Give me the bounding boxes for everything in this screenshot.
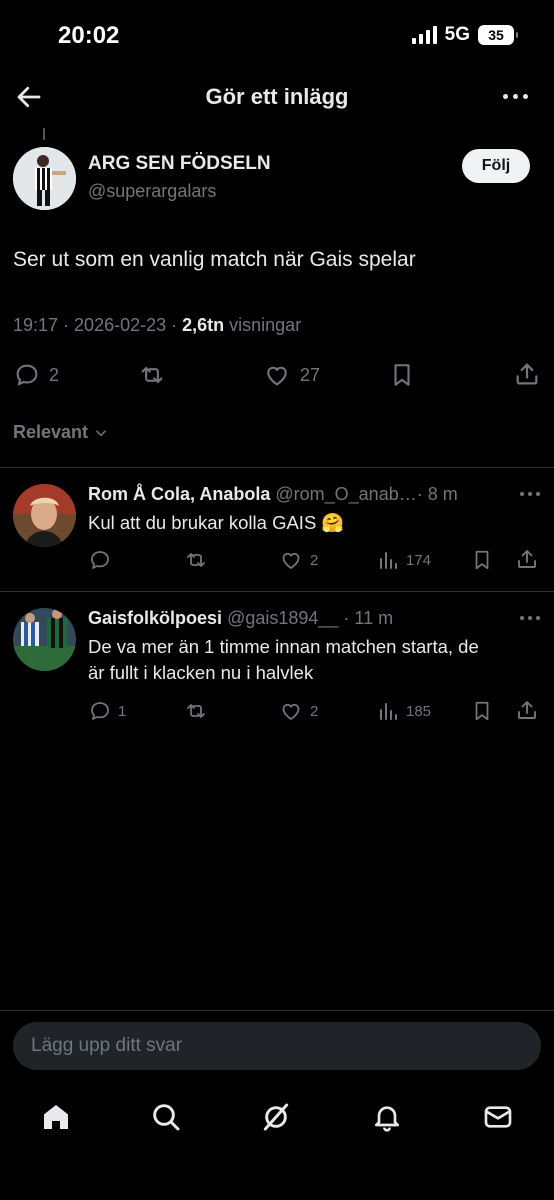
more-icon[interactable]: [503, 94, 528, 99]
team-avatar-icon: [13, 608, 76, 671]
messages-icon[interactable]: [482, 1101, 514, 1133]
reply-text: De va mer än 1 timme innan matchen start…: [88, 634, 479, 686]
reply-count: 2: [49, 364, 60, 385]
reply-author-name[interactable]: Gaisfolkölpoesi: [88, 608, 222, 628]
author-name[interactable]: ARG SEN FÖDSELN: [88, 153, 271, 175]
like-count: 27: [300, 364, 321, 385]
chevron-down-icon: [96, 429, 106, 436]
avatar[interactable]: [13, 147, 76, 210]
post-time: 19:17: [13, 315, 59, 335]
avatar[interactable]: [13, 608, 76, 671]
referee-avatar-icon: [13, 147, 76, 210]
repost-button[interactable]: [137, 361, 167, 389]
divider: [0, 467, 554, 468]
views-button[interactable]: 174: [376, 548, 431, 572]
post-text: Ser ut som en vanlig match när Gais spel…: [13, 248, 416, 271]
reply-author-handle[interactable]: @rom_O_anab…: [275, 484, 416, 504]
thread-line: [43, 128, 45, 140]
network-label: 5G: [444, 24, 470, 45]
notifications-icon[interactable]: [371, 1101, 403, 1133]
divider: [0, 591, 554, 592]
share-icon[interactable]: [515, 698, 539, 722]
reply-text-line: är fullt i klacken nu i halvlek: [88, 662, 314, 683]
reply-header: Rom Å Cola, Anabola @rom_O_anab…· 8 m: [88, 484, 458, 505]
bookmark-icon[interactable]: [389, 361, 415, 389]
views-count: 185: [406, 702, 432, 720]
reply-icon: [91, 702, 109, 720]
like-button[interactable]: 27: [262, 361, 320, 389]
views-icon: [380, 552, 397, 569]
reply-text-line: De va mer än 1 timme innan matchen start…: [88, 636, 479, 657]
reply-header: Gaisfolkölpoesi @gais1894__ · 11 m: [88, 608, 393, 629]
home-icon[interactable]: [40, 1101, 72, 1133]
battery-icon: 35: [478, 25, 518, 45]
reply-count: 1: [118, 702, 127, 720]
search-icon[interactable]: [150, 1101, 182, 1133]
reply-text: Kul att du brukar kolla GAIS 🤗: [88, 512, 345, 533]
post-meta: 19:17 · 2026-02-23 · 2,6tn visningar: [13, 315, 302, 335]
page-title: Gör ett inlägg: [205, 84, 349, 109]
like-count: 2: [310, 551, 319, 569]
reply-more-icon[interactable]: [520, 492, 540, 496]
views-count: 174: [406, 551, 432, 569]
like-count: 2: [310, 702, 319, 720]
reply-input[interactable]: [13, 1022, 541, 1070]
reply-age: · 11 m: [343, 608, 394, 628]
grok-icon[interactable]: [260, 1101, 292, 1133]
battery-level: 35: [488, 27, 504, 43]
reply-icon: [16, 364, 38, 386]
reply-button[interactable]: 2: [13, 361, 59, 389]
reply-icon: [91, 551, 109, 569]
reply-author-name[interactable]: Rom Å Cola, Anabola: [88, 484, 270, 504]
avatar[interactable]: [13, 484, 76, 547]
signal-icon: [411, 26, 437, 44]
share-icon[interactable]: [513, 360, 541, 388]
repost-icon[interactable]: [183, 699, 209, 723]
like-button[interactable]: 2: [278, 548, 318, 572]
bookmark-icon[interactable]: [471, 699, 493, 723]
status-indicators: 5G 35: [411, 24, 518, 46]
reply-button[interactable]: [88, 548, 118, 572]
views-button[interactable]: 185: [376, 699, 431, 723]
like-button[interactable]: 2: [278, 699, 318, 723]
like-icon: [267, 366, 287, 386]
bookmark-icon[interactable]: [471, 548, 493, 572]
divider: [0, 1010, 554, 1011]
follow-button[interactable]: Följ: [462, 149, 530, 183]
reply-age: · 8 m: [416, 484, 458, 504]
reply-button[interactable]: 1: [88, 699, 126, 723]
views-icon: [380, 703, 397, 720]
person-avatar-icon: [13, 484, 76, 547]
repost-icon[interactable]: [183, 548, 209, 572]
status-time: 20:02: [58, 22, 120, 49]
like-icon: [282, 552, 300, 569]
post-date: 2026-02-23: [74, 315, 167, 335]
views-count: 2,6tn: [182, 315, 225, 335]
sort-label: Relevant: [13, 422, 89, 442]
reply-more-icon[interactable]: [520, 616, 540, 620]
share-icon[interactable]: [515, 547, 539, 571]
sort-dropdown[interactable]: Relevant: [13, 422, 108, 443]
like-icon: [282, 703, 300, 720]
views-label: visningar: [229, 315, 302, 335]
repost-icon: [141, 366, 163, 384]
author-handle[interactable]: @superargalars: [88, 181, 216, 202]
reply-author-handle[interactable]: @gais1894__: [227, 608, 338, 628]
